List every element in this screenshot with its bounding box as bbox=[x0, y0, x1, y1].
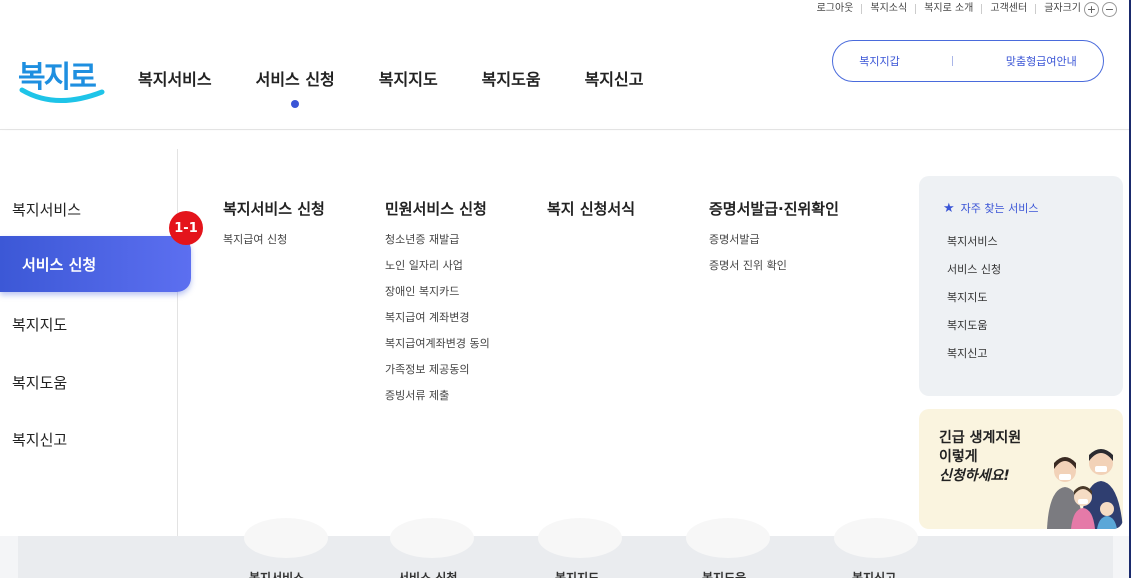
menu-column-forms: 복지 신청서식 bbox=[547, 198, 635, 219]
site-header: 복지로 복지서비스 서비스 신청 복지지도 복지도움 복지신고 복지지갑 맞춤형… bbox=[0, 0, 1131, 130]
main-nav: 복지서비스 서비스 신청 복지지도 복지도움 복지신고 bbox=[138, 66, 687, 108]
menu-link[interactable]: 장애인 복지카드 bbox=[385, 285, 490, 311]
quick-menu-circle bbox=[390, 518, 474, 558]
left-nav-item-welfare-map[interactable]: 복지지도 bbox=[12, 314, 67, 335]
custom-benefit-link[interactable]: 맞춤형급여안내 bbox=[1006, 53, 1077, 69]
quick-menu-label[interactable]: 복지지도 bbox=[555, 569, 599, 578]
column-list: 청소년증 재발급 노인 일자리 사업 장애인 복지카드 복지급여 계좌변경 복지… bbox=[385, 233, 490, 415]
pill-divider bbox=[952, 56, 954, 66]
gnb-item-welfare-map[interactable]: 복지지도 bbox=[379, 66, 438, 90]
logout-link[interactable]: 로그아웃 bbox=[809, 4, 862, 14]
promo-text: 긴급 생계지원 이렇게 신청하세요! bbox=[939, 429, 1021, 486]
gnb-item-service-apply[interactable]: 서비스 신청 bbox=[256, 66, 335, 108]
step-badge: 1-1 bbox=[169, 211, 203, 245]
quick-menu-label[interactable]: 복지서비스 bbox=[249, 569, 304, 578]
quick-link-pill: 복지지갑 맞춤형급여안내 bbox=[832, 40, 1104, 82]
customer-center-link[interactable]: 고객센터 bbox=[981, 4, 1035, 14]
favorites-list: 복지서비스 서비스 신청 복지지도 복지도움 복지신고 bbox=[947, 233, 1001, 373]
promo-line-2: 이렇게 bbox=[939, 449, 978, 465]
menu-link[interactable]: 가족정보 제공동의 bbox=[385, 363, 490, 389]
gnb-item-welfare-report[interactable]: 복지신고 bbox=[585, 66, 644, 90]
column-title[interactable]: 복지 신청서식 bbox=[547, 198, 635, 219]
column-title[interactable]: 복지서비스 신청 bbox=[223, 198, 325, 219]
menu-column-certificates: 증명서발급·진위확인 증명서발급 증명서 진위 확인 bbox=[709, 198, 839, 285]
font-increase-button[interactable]: + bbox=[1084, 1, 1099, 17]
emergency-support-banner[interactable]: 긴급 생계지원 이렇게 신청하세요! bbox=[919, 409, 1123, 529]
menu-column-welfare-apply: 복지서비스 신청 복지급여 신청 bbox=[223, 198, 325, 259]
column-title[interactable]: 민원서비스 신청 bbox=[385, 198, 490, 219]
menu-link[interactable]: 증빙서류 제출 bbox=[385, 389, 490, 415]
logo-smile-icon bbox=[19, 87, 105, 103]
left-nav-item-welfare-report[interactable]: 복지신고 bbox=[12, 429, 67, 450]
favorite-link[interactable]: 복지서비스 bbox=[947, 233, 1001, 261]
menu-link[interactable]: 노인 일자리 사업 bbox=[385, 259, 490, 285]
column-title[interactable]: 증명서발급·진위확인 bbox=[709, 198, 839, 219]
gnb-item-welfare-service[interactable]: 복지서비스 bbox=[138, 66, 212, 90]
quick-menu-circle bbox=[686, 518, 770, 558]
left-nav-item-service-apply[interactable]: 서비스 신청 bbox=[0, 236, 191, 292]
family-illustration-icon bbox=[1047, 449, 1123, 529]
about-link[interactable]: 복지로 소개 bbox=[915, 4, 981, 14]
menu-link[interactable]: 복지급여 계좌변경 bbox=[385, 311, 490, 337]
quick-menu-label[interactable]: 서비스 신청 bbox=[398, 569, 457, 578]
quick-menu-label[interactable]: 복지도움 bbox=[702, 569, 746, 578]
column-list: 증명서발급 증명서 진위 확인 bbox=[709, 233, 839, 285]
star-icon: ★ bbox=[943, 200, 955, 216]
favorite-link[interactable]: 복지도움 bbox=[947, 317, 1001, 345]
favorite-link[interactable]: 서비스 신청 bbox=[947, 261, 1001, 289]
menu-link[interactable]: 증명서발급 bbox=[709, 233, 839, 259]
welfare-wallet-link[interactable]: 복지지갑 bbox=[859, 53, 899, 69]
favorites-title: ★ 자주 찾는 서비스 bbox=[943, 200, 1039, 216]
logo[interactable]: 복지로 bbox=[16, 52, 106, 108]
promo-line-3: 신청하세요! bbox=[939, 468, 1010, 484]
quick-menu-label[interactable]: 복지신고 bbox=[852, 569, 896, 578]
menu-link[interactable]: 복지급여 신청 bbox=[223, 233, 325, 259]
left-nav-item-welfare-help[interactable]: 복지도움 bbox=[12, 372, 67, 393]
menu-link[interactable]: 청소년증 재발급 bbox=[385, 233, 490, 259]
promo-line-1: 긴급 생계지원 bbox=[939, 430, 1022, 446]
left-nav: 복지서비스 서비스 신청 복지지도 복지도움 복지신고 bbox=[0, 149, 191, 536]
left-nav-item-welfare-service[interactable]: 복지서비스 bbox=[12, 199, 81, 220]
favorites-title-text: 자주 찾는 서비스 bbox=[960, 202, 1039, 215]
favorites-box: ★ 자주 찾는 서비스 복지서비스 서비스 신청 복지지도 복지도움 복지신고 bbox=[919, 176, 1123, 396]
welfare-news-link[interactable]: 복지소식 bbox=[861, 4, 915, 14]
menu-column-civil-apply: 민원서비스 신청 청소년증 재발급 노인 일자리 사업 장애인 복지카드 복지급… bbox=[385, 198, 490, 415]
quick-menu-circle bbox=[538, 518, 622, 558]
font-size-label: 글자크기 bbox=[1035, 4, 1081, 14]
quick-menu-circle bbox=[834, 518, 918, 558]
quick-menu-circle bbox=[244, 518, 328, 558]
bottom-quick-menu: 복지서비스 서비스 신청 복지지도 복지도움 복지신고 bbox=[0, 518, 1131, 578]
favorite-link[interactable]: 복지지도 bbox=[947, 289, 1001, 317]
bottom-quick-menu-bar: 복지서비스 서비스 신청 복지지도 복지도움 복지신고 bbox=[18, 518, 1113, 578]
utility-bar: 로그아웃 복지소식 복지로 소개 고객센터 글자크기 + − bbox=[809, 0, 1117, 18]
favorite-link[interactable]: 복지신고 bbox=[947, 345, 1001, 373]
menu-link[interactable]: 증명서 진위 확인 bbox=[709, 259, 839, 285]
column-list: 복지급여 신청 bbox=[223, 233, 325, 259]
menu-link[interactable]: 복지급여계좌변경 동의 bbox=[385, 337, 490, 363]
font-decrease-button[interactable]: − bbox=[1102, 1, 1117, 17]
gnb-item-welfare-help[interactable]: 복지도움 bbox=[482, 66, 541, 90]
